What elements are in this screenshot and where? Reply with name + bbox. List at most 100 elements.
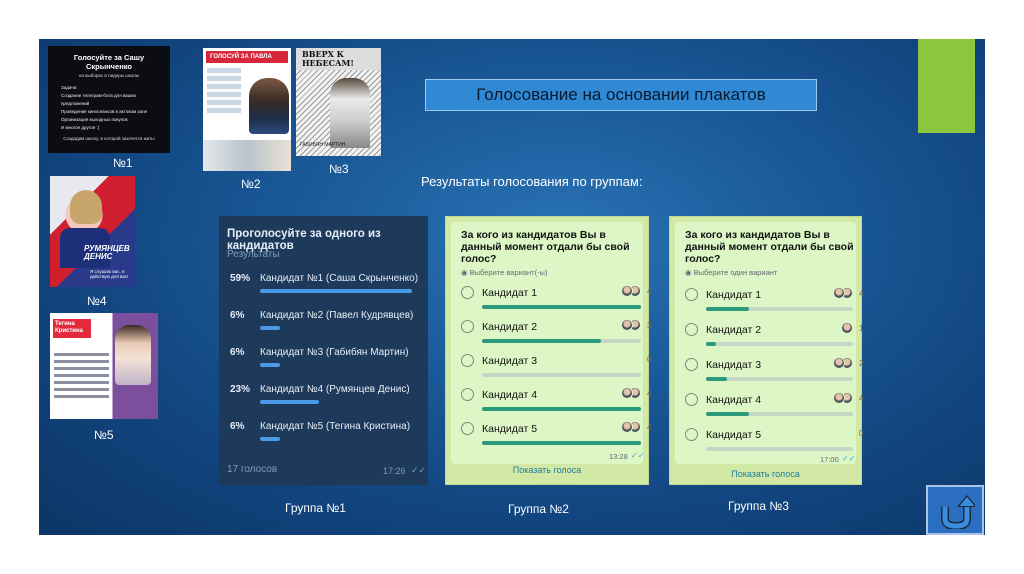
poll-option[interactable]: Кандидат 3 2 bbox=[685, 357, 875, 388]
poll-option[interactable]: Кандидат 1 4 bbox=[685, 287, 875, 318]
poll-option: 6% Кандидат №5 (Тегина Кристина) bbox=[227, 421, 427, 451]
radio-button[interactable] bbox=[685, 393, 698, 406]
option-count: 4 bbox=[859, 289, 864, 298]
poster-2-building bbox=[203, 140, 291, 171]
option-fill bbox=[482, 441, 641, 445]
radio-button[interactable] bbox=[461, 354, 474, 367]
option-name: Кандидат 1 bbox=[482, 287, 538, 299]
poll-option[interactable]: Кандидат 1 4 bbox=[461, 285, 652, 316]
poster-3-label: №3 bbox=[329, 162, 349, 176]
poll-option[interactable]: Кандидат 2 3 bbox=[461, 319, 652, 350]
option-name: Кандидат 5 bbox=[482, 423, 538, 435]
voter-avatar bbox=[841, 322, 853, 334]
radio-button[interactable] bbox=[461, 388, 474, 401]
poll-option[interactable]: Кандидат 4 4 bbox=[685, 392, 875, 423]
poll-option: 6% Кандидат №2 (Павел Кудрявцев) bbox=[227, 310, 427, 340]
option-name: Кандидат 4 bbox=[706, 394, 762, 406]
option-percent: 23% bbox=[230, 384, 251, 395]
double-check-icon: ✓✓ bbox=[631, 451, 645, 460]
accent-bar bbox=[918, 39, 975, 133]
poll-card: За кого из кандидатов Вы в данный момент… bbox=[675, 222, 863, 464]
show-votes-link[interactable]: Показать голоса bbox=[446, 465, 648, 475]
option-count: 4 bbox=[647, 389, 652, 398]
poll-option[interactable]: Кандидат 4 4 bbox=[461, 387, 652, 418]
poll-option[interactable]: Кандидат 3 0 bbox=[461, 354, 651, 384]
poll-option[interactable]: Кандидат 5 4 bbox=[461, 421, 652, 452]
poster-5-label: №5 bbox=[94, 428, 114, 442]
poll-hint: ◉ Выберите вариант(-ы) bbox=[461, 268, 548, 277]
return-arrow-icon bbox=[941, 495, 975, 529]
option-name: Кандидат 3 bbox=[482, 355, 538, 367]
option-count: 4 bbox=[647, 287, 652, 296]
poster-1-heading: Голосуйте за Сашу Скрынченко bbox=[73, 53, 145, 71]
radio-button[interactable] bbox=[685, 288, 698, 301]
whatsapp-poll-group-2: За кого из кандидатов Вы в данный момент… bbox=[445, 216, 652, 485]
poster-1-label: №1 bbox=[113, 156, 133, 170]
option-track bbox=[706, 447, 853, 451]
poster-5-photo bbox=[115, 325, 151, 385]
poster-1[interactable]: Голосуйте за Сашу Скрынченко на выборах … bbox=[48, 46, 170, 153]
poster-4[interactable]: РУМЯНЦЕВ ДЕНИС Я слушаю вас, я действую … bbox=[50, 176, 135, 287]
poll-option: 6% Кандидат №3 (Габибян Мартин) bbox=[227, 347, 427, 377]
poster-1-footer: Создадим школу, в которой захочется жить… bbox=[63, 136, 155, 141]
whatsapp-poll-group-3: За кого из кандидатов Вы в данный момент… bbox=[669, 216, 863, 485]
option-fill bbox=[482, 339, 601, 343]
poster-3-heading: ВВЕРХ К НЕБЕСАМ! bbox=[302, 49, 354, 68]
option-name: Кандидат 2 bbox=[706, 324, 762, 336]
option-name: Кандидат №4 (Румянцев Денис) bbox=[260, 384, 410, 395]
double-check-icon: ✓✓ bbox=[842, 454, 856, 463]
poster-5[interactable]: Тегина Кристина bbox=[50, 313, 158, 419]
option-count: 2 bbox=[859, 359, 864, 368]
poll-time: 17:00 bbox=[820, 455, 839, 464]
option-fill bbox=[706, 377, 727, 381]
option-count: 3 bbox=[647, 321, 652, 330]
option-bar bbox=[260, 326, 280, 330]
radio-button[interactable] bbox=[685, 428, 698, 441]
option-count: 0 bbox=[647, 355, 652, 364]
poster-5-lines bbox=[54, 353, 109, 402]
option-fill bbox=[706, 307, 749, 311]
option-name: Кандидат №3 (Габибян Мартин) bbox=[260, 347, 409, 358]
option-name: Кандидат №1 (Саша Скрынченко) bbox=[260, 273, 419, 284]
voter-avatar bbox=[621, 285, 633, 297]
option-fill bbox=[706, 342, 716, 346]
poster-4-label: №4 bbox=[87, 294, 107, 308]
return-button[interactable] bbox=[926, 485, 984, 535]
poster-1-task: Проведение киносеансов в актовом зале bbox=[61, 109, 148, 114]
option-name: Кандидат 5 bbox=[706, 429, 762, 441]
option-name: Кандидат 2 bbox=[482, 321, 538, 333]
poll-option[interactable]: Кандидат 2 1 bbox=[685, 322, 875, 353]
option-track bbox=[706, 377, 853, 381]
poll-question: За кого из кандидатов Вы в данный момент… bbox=[685, 229, 854, 265]
poster-5-name: Тегина Кристина bbox=[53, 319, 91, 338]
poster-1-tasks: Задачи: Создание телеграм-бота для ваших… bbox=[53, 84, 165, 132]
option-name: Кандидат 1 bbox=[706, 289, 762, 301]
poster-2[interactable]: ГОЛОСУЙ ЗА ПАВЛА bbox=[203, 48, 291, 171]
poll-hint-text: Выберите один вариант bbox=[693, 268, 778, 277]
option-fill bbox=[706, 412, 749, 416]
radio-button[interactable] bbox=[461, 320, 474, 333]
option-name: Кандидат 3 bbox=[706, 359, 762, 371]
poster-1-task: Создание телеграм-бота для ваших предлож… bbox=[61, 93, 137, 106]
poster-4-slogan: Я слушаю вас, я действую для вас! bbox=[90, 269, 129, 279]
poster-1-sub: на выборах в лидеры школы bbox=[78, 73, 140, 78]
poll-option: 59% Кандидат №1 (Саша Скрынченко) bbox=[227, 273, 427, 303]
voter-avatar bbox=[833, 287, 845, 299]
voter-avatar bbox=[621, 319, 633, 331]
poll-question: За кого из кандидатов Вы в данный момент… bbox=[461, 229, 630, 265]
option-bar bbox=[260, 400, 319, 404]
poster-3[interactable]: ВВЕРХ К НЕБЕСАМ! ГАБИБЯН МАРТИН bbox=[296, 48, 381, 156]
radio-button[interactable] bbox=[461, 422, 474, 435]
option-bar bbox=[260, 289, 412, 293]
option-count: 0 bbox=[859, 429, 864, 438]
radio-button[interactable] bbox=[685, 358, 698, 371]
option-track bbox=[482, 373, 641, 377]
poster-3-name: ГАБИБЯН МАРТИН bbox=[300, 142, 346, 148]
radio-button[interactable] bbox=[685, 323, 698, 336]
show-votes-link[interactable]: Показать голоса bbox=[670, 469, 861, 479]
radio-button[interactable] bbox=[461, 286, 474, 299]
option-percent: 6% bbox=[230, 347, 245, 358]
poster-1-task: Организация выходных покупок bbox=[61, 117, 128, 122]
slide: Голосуйте за Сашу Скрынченко на выборах … bbox=[39, 39, 985, 535]
option-count: 4 bbox=[647, 423, 652, 432]
